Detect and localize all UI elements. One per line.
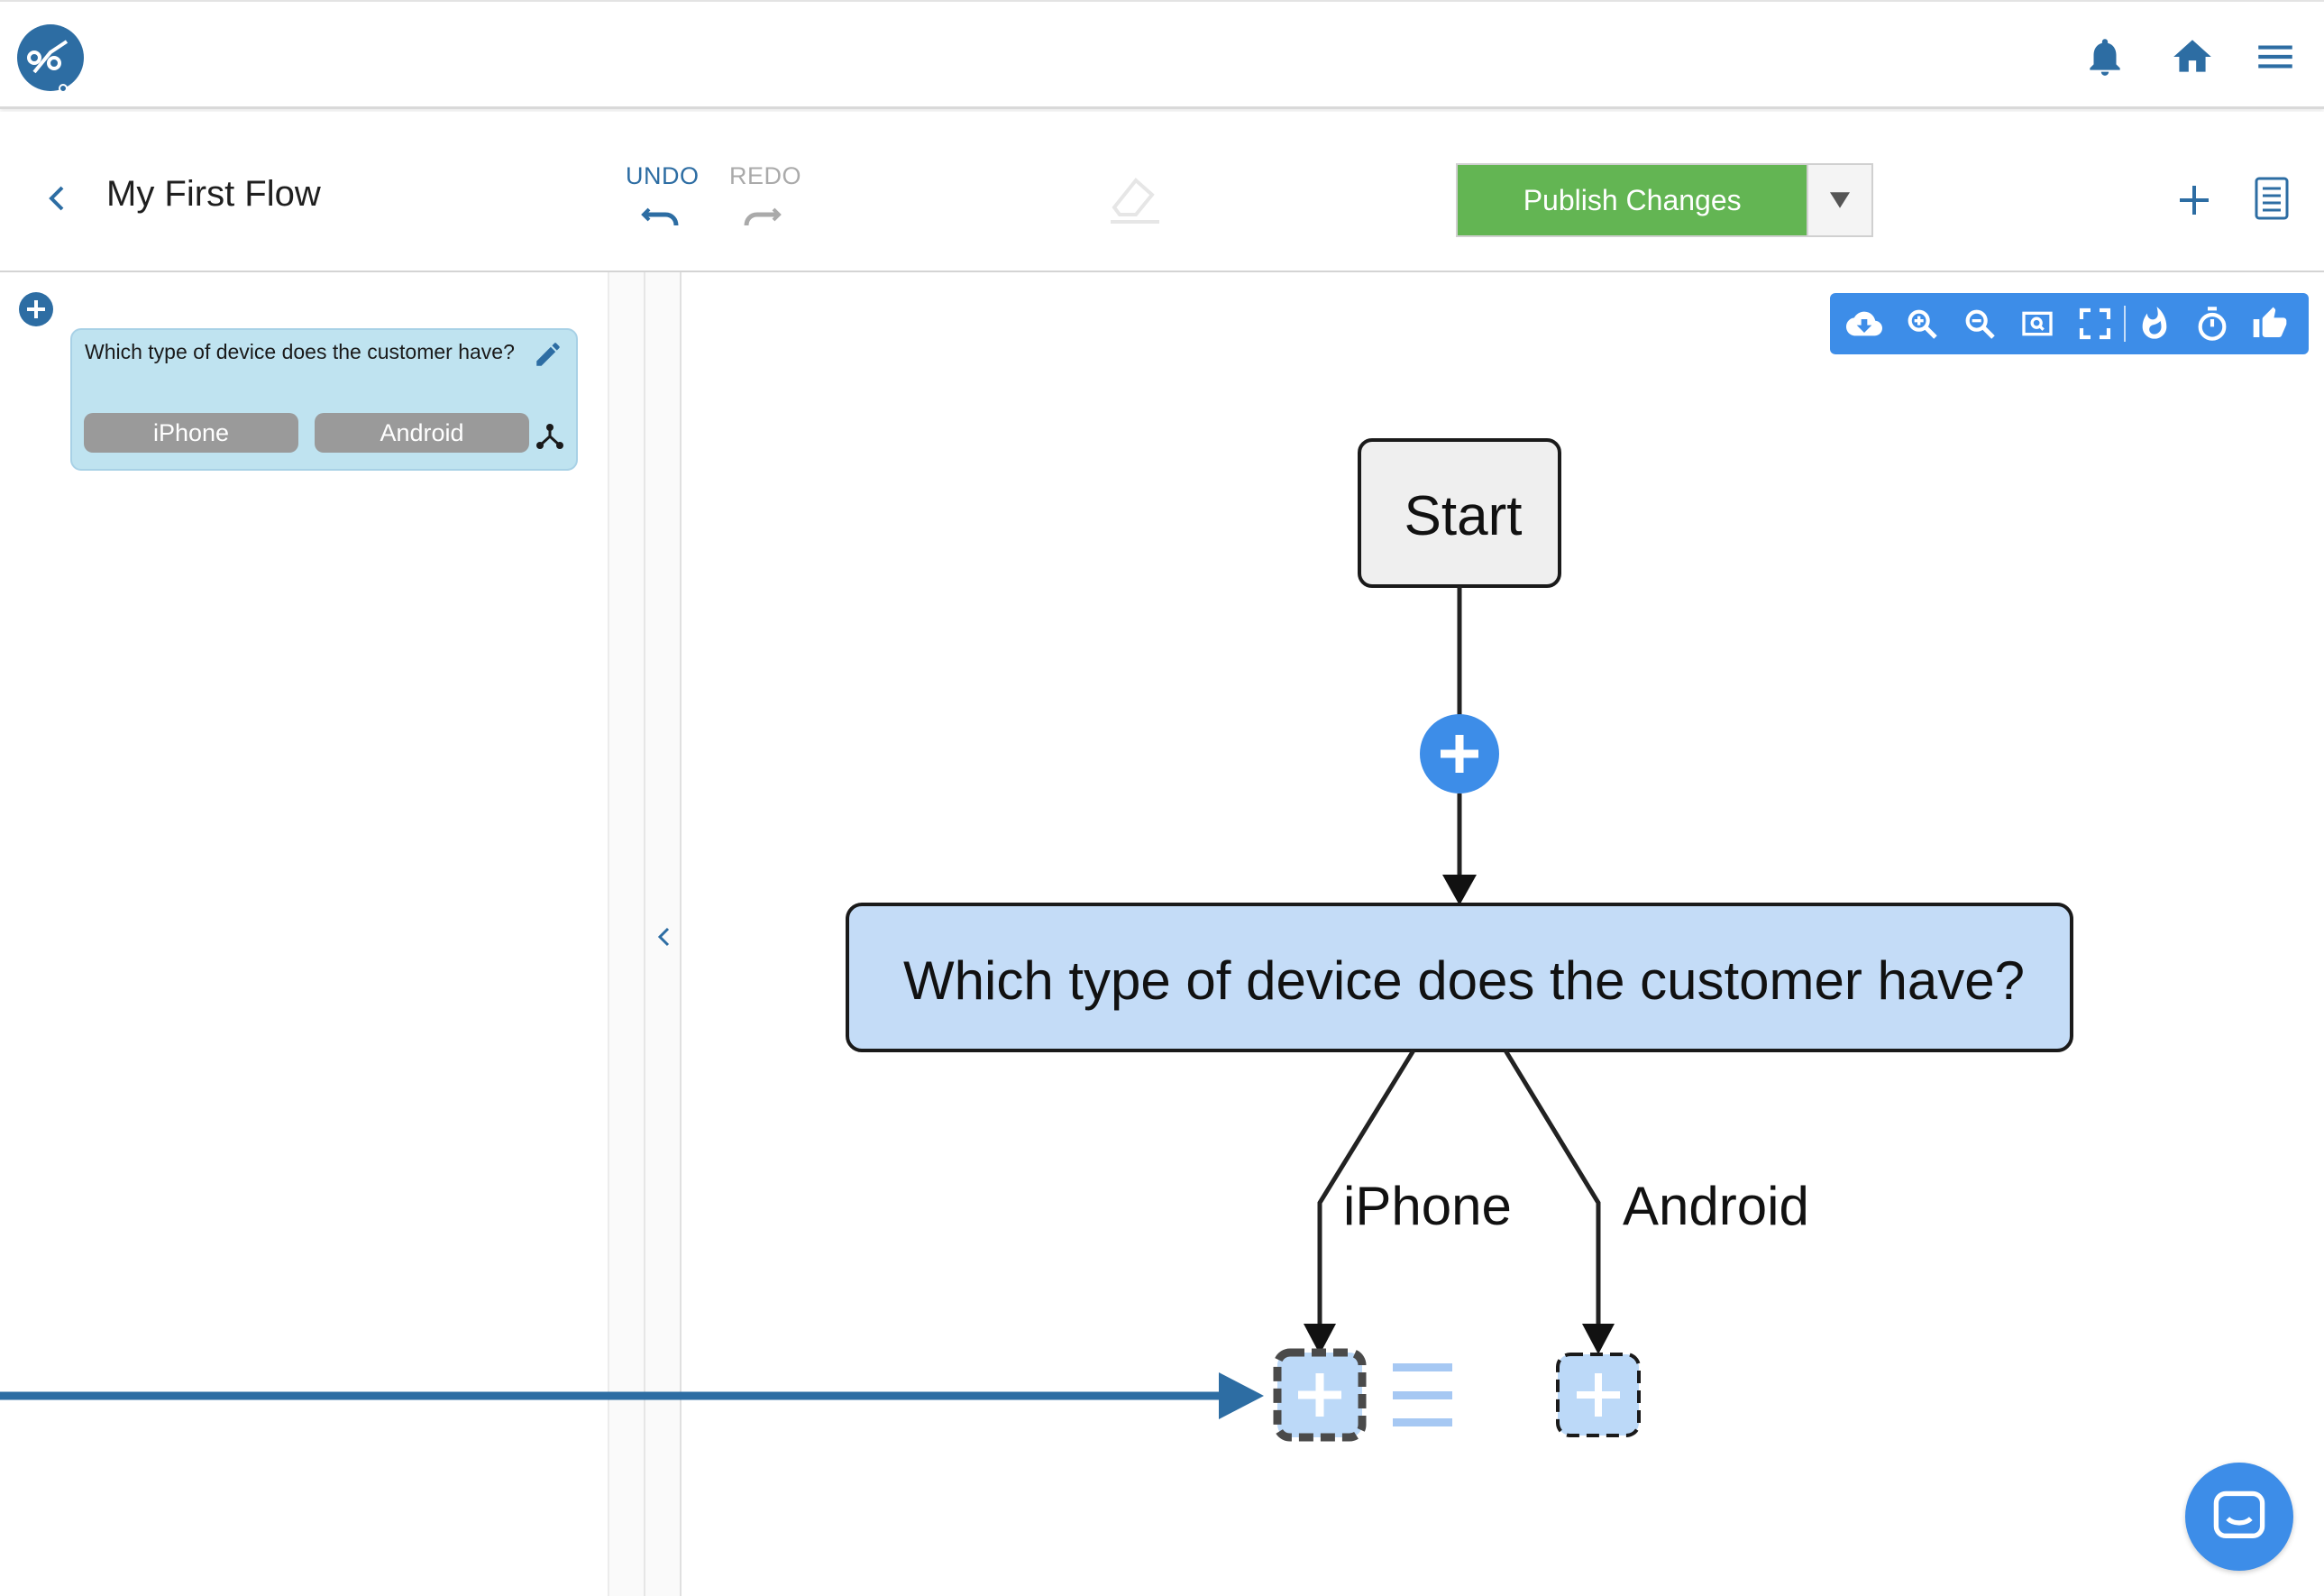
document-list-icon[interactable] [2254, 176, 2290, 221]
add-icon[interactable] [2173, 179, 2216, 222]
thumbs-up-icon[interactable] [2241, 293, 2299, 354]
answer-pill-iphone[interactable]: iPhone [84, 413, 298, 453]
zoom-fit-icon[interactable] [2008, 293, 2066, 354]
timer-icon[interactable] [2183, 293, 2241, 354]
start-node[interactable]: Start [1358, 438, 1561, 588]
zoom-in-icon[interactable] [1893, 293, 1951, 354]
bell-icon[interactable] [2082, 34, 2127, 79]
menu-icon[interactable] [2253, 34, 2298, 79]
answer-pill-android[interactable]: Android [315, 413, 529, 453]
undo-icon[interactable] [640, 202, 682, 229]
home-icon[interactable] [2170, 34, 2215, 79]
publish-split-button: Publish Changes [1456, 163, 1873, 237]
android-add-node-placeholder[interactable] [1556, 1353, 1641, 1437]
chat-icon [2213, 1491, 2265, 1538]
eraser-icon[interactable] [1107, 171, 1163, 227]
iphone-add-node-placeholder[interactable] [1273, 1348, 1367, 1442]
redo-icon[interactable] [741, 202, 782, 229]
canvas-toolbar [1830, 293, 2309, 354]
add-node-icon[interactable] [18, 291, 54, 327]
question-node-label: Which type of device does the customer h… [903, 950, 2025, 1011]
insert-node-button[interactable] [1420, 714, 1499, 793]
branch-label-android: Android [1623, 1176, 1809, 1236]
pencil-icon[interactable] [533, 339, 563, 370]
redo-label[interactable]: REDO [729, 162, 801, 190]
fullscreen-icon[interactable] [2066, 293, 2124, 354]
start-node-label: Start [1404, 485, 1523, 547]
card-question-text: Which type of device does the customer h… [85, 340, 515, 363]
zoom-out-icon[interactable] [1951, 293, 2008, 354]
flow-title: My First Flow [106, 174, 321, 214]
branch-label-iphone: iPhone [1343, 1176, 1512, 1236]
question-node[interactable]: Which type of device does the customer h… [846, 903, 2073, 1052]
caret-down-icon [1830, 192, 1851, 208]
undo-label[interactable]: UNDO [626, 162, 700, 190]
top-bar [0, 0, 2324, 109]
publish-changes-button[interactable]: Publish Changes [1458, 165, 1807, 235]
branch-icon[interactable] [535, 420, 565, 451]
cloud-download-icon[interactable] [1835, 293, 1893, 354]
chevron-left-icon[interactable] [654, 925, 674, 949]
back-icon[interactable] [41, 180, 73, 216]
publish-dropdown-button[interactable] [1807, 165, 1871, 235]
chat-support-button[interactable] [2185, 1463, 2293, 1571]
flow-logo-icon[interactable] [16, 23, 85, 93]
hot-icon[interactable] [2126, 293, 2183, 354]
